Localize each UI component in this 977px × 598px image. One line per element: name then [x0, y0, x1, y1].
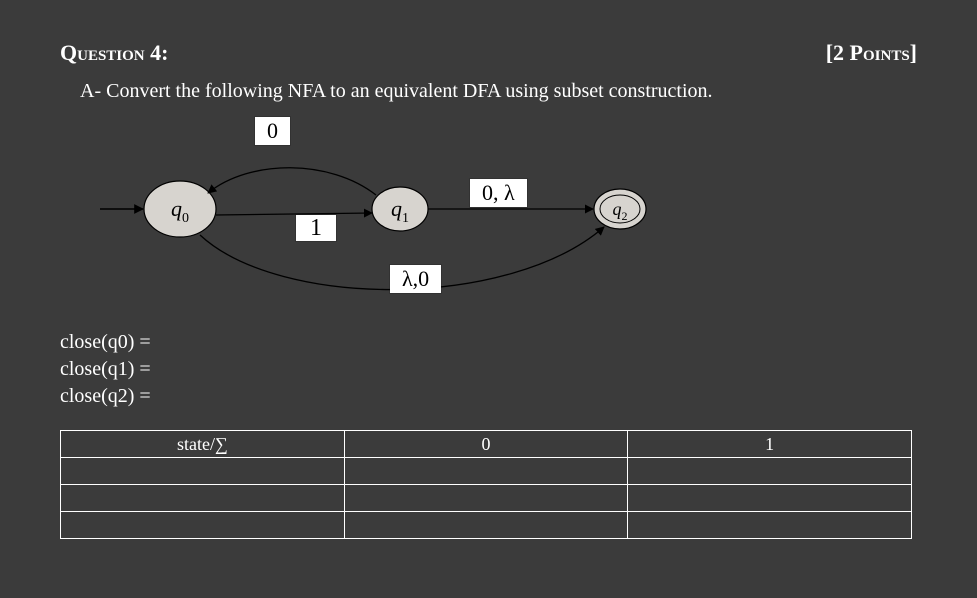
table-cell: [344, 512, 628, 539]
edge-label-lambda-zero: λ,0: [390, 265, 441, 293]
edge-q1-q0-zero: [208, 168, 376, 195]
table-cell: [344, 485, 628, 512]
table-header-state: state/∑: [61, 431, 345, 458]
closure-q0: close(q0) =: [60, 329, 917, 356]
closure-q2: close(q2) =: [60, 383, 917, 410]
table-cell: [628, 458, 912, 485]
table-header-0: 0: [344, 431, 628, 458]
question-points: [2 Points]: [826, 40, 917, 66]
table-row: [61, 512, 912, 539]
closure-list: close(q0) = close(q1) = close(q2) =: [60, 329, 917, 410]
closure-q1: close(q1) =: [60, 356, 917, 383]
nfa-diagram: q0 q1 q2 0 1 0, λ: [80, 109, 917, 309]
dfa-table: state/∑ 0 1: [60, 430, 912, 539]
question-header: Question 4: [2 Points]: [60, 40, 917, 66]
table-row: [61, 485, 912, 512]
table-row: state/∑ 0 1: [61, 431, 912, 458]
question-title: Question 4:: [60, 40, 168, 66]
table-cell: [628, 485, 912, 512]
question-prompt: A- Convert the following NFA to an equiv…: [80, 80, 917, 103]
table-cell: [61, 458, 345, 485]
table-cell: [61, 485, 345, 512]
edge-label-zero: 0: [255, 117, 290, 145]
edge-label-one: 1: [296, 215, 336, 241]
edge-q0-q1-one: [216, 213, 372, 215]
edge-label-zero-lambda: 0, λ: [470, 179, 527, 207]
table-cell: [628, 512, 912, 539]
table-row: [61, 458, 912, 485]
table-header-1: 1: [628, 431, 912, 458]
table-cell: [61, 512, 345, 539]
table-cell: [344, 458, 628, 485]
